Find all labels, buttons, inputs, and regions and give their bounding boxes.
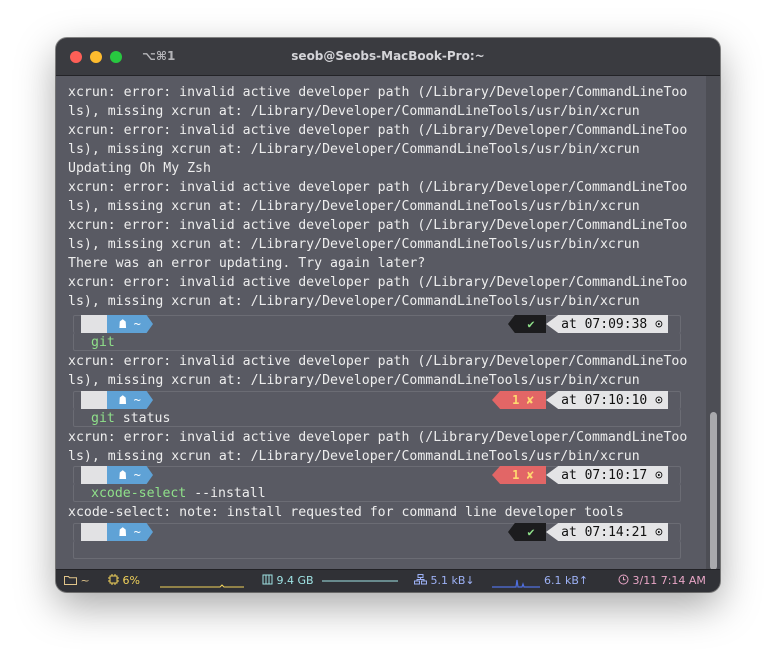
update-error-line: There was an error updating. Try again l… xyxy=(68,256,426,271)
time-label: at 07:14:21 xyxy=(561,524,648,540)
error-line: ls), missing xcrun at: /Library/Develope… xyxy=(68,142,640,157)
status-error-segment: 1 ✘ xyxy=(492,391,546,409)
time-segment: at 07:14:21 ⊙ xyxy=(546,523,668,541)
memory-label: 9.4 GB xyxy=(276,574,314,587)
time-segment: at 07:10:10 ⊙ xyxy=(546,391,668,409)
command-name: xcode-select xyxy=(91,486,187,501)
command-args: --install xyxy=(186,486,266,501)
network-up-label[interactable]: 6.1 kB↑ xyxy=(544,574,588,587)
home-dir-segment: ☗ ~ xyxy=(107,315,153,333)
status-error-segment: 1 ✘ xyxy=(492,466,546,484)
updating-line: Updating Oh My Zsh xyxy=(68,161,211,176)
scrollbar-thumb[interactable] xyxy=(710,412,717,570)
time-segment: at 07:09:38 ⊙ xyxy=(546,315,668,333)
error-line: xcrun: error: invalid active developer p… xyxy=(68,354,688,369)
memory-item[interactable]: 9.4 GB xyxy=(262,574,314,587)
status-success-segment: ✔ xyxy=(508,523,546,541)
command-line: xcode-select --install xyxy=(91,484,266,503)
error-line: xcrun: error: invalid active developer p… xyxy=(68,218,688,233)
cpu-item[interactable]: 6% xyxy=(108,574,140,587)
home-dir-segment: ☗ ~ xyxy=(107,466,153,484)
terminal-output[interactable]: xcrun: error: invalid active developer p… xyxy=(56,76,706,570)
window-title: seob@Seobs-MacBook-Pro:~ xyxy=(291,49,485,63)
datetime-item[interactable]: 3/11 7:14 AM xyxy=(618,574,706,587)
network-down-item[interactable]: 5.1 kB↓ xyxy=(414,574,475,587)
note-line: xcode-select: note: install requested fo… xyxy=(68,505,624,520)
error-line: xcrun: error: invalid active developer p… xyxy=(68,430,688,445)
clock-icon xyxy=(618,574,629,585)
time-label: at 07:10:10 xyxy=(561,392,648,408)
command-line: git status xyxy=(91,409,170,428)
directory-item[interactable]: ~ xyxy=(64,574,90,587)
apple-icon xyxy=(81,523,107,541)
clock-icon: ⊙ xyxy=(655,392,663,408)
datetime-label: 3/11 7:14 AM xyxy=(632,574,706,587)
error-line: ls), missing xcrun at: /Library/Develope… xyxy=(68,199,640,214)
memory-icon xyxy=(262,574,273,585)
command-name: git xyxy=(91,335,115,350)
error-line: xcrun: error: invalid active developer p… xyxy=(68,123,688,138)
command-args: status xyxy=(114,411,171,426)
vertical-scrollbar[interactable] xyxy=(706,76,720,570)
clock-icon: ⊙ xyxy=(655,467,663,483)
folder-icon xyxy=(64,576,77,585)
cpu-label: 6% xyxy=(122,574,140,587)
prompt-frame xyxy=(73,333,681,351)
prompt-frame xyxy=(73,541,681,559)
network-icon xyxy=(414,574,427,585)
title-bar: ⌥⌘1 seob@Seobs-MacBook-Pro:~ xyxy=(56,38,720,76)
memory-sparkline xyxy=(322,580,398,582)
cpu-icon xyxy=(108,574,119,585)
network-down-label: 5.1 kB↓ xyxy=(430,574,475,587)
directory-label: ~ xyxy=(80,574,90,587)
error-line: xcrun: error: invalid active developer p… xyxy=(68,85,688,100)
apple-icon xyxy=(81,391,107,409)
home-dir-segment: ☗ ~ xyxy=(107,523,153,541)
clock-icon: ⊙ xyxy=(655,524,663,540)
error-line: ls), missing xcrun at: /Library/Develope… xyxy=(68,237,640,252)
cpu-sparkline xyxy=(160,584,244,588)
network-sparkline xyxy=(492,579,540,588)
error-line: xcrun: error: invalid active developer p… xyxy=(68,275,688,290)
status-bar: ~ 6% 9.4 GB 5.1 kB↓ 6.1 kB↑ 3/11 7:14 AM xyxy=(56,569,720,592)
time-label: at 07:10:17 xyxy=(561,467,648,483)
error-line: ls), missing xcrun at: /Library/Develope… xyxy=(68,373,640,388)
error-line: xcrun: error: invalid active developer p… xyxy=(68,180,688,195)
clock-icon: ⊙ xyxy=(655,316,663,332)
error-line: ls), missing xcrun at: /Library/Develope… xyxy=(68,104,640,119)
time-label: at 07:09:38 xyxy=(561,316,648,332)
home-dir-segment: ☗ ~ xyxy=(107,391,153,409)
command-line: git xyxy=(91,333,115,352)
error-line: ls), missing xcrun at: /Library/Develope… xyxy=(68,449,640,464)
apple-icon xyxy=(81,315,107,333)
status-success-segment: ✔ xyxy=(508,315,546,333)
terminal-window: ⌥⌘1 seob@Seobs-MacBook-Pro:~ xcrun: erro… xyxy=(56,38,720,592)
command-name: git xyxy=(91,411,115,426)
apple-icon xyxy=(81,466,107,484)
time-segment: at 07:10:17 ⊙ xyxy=(546,466,668,484)
error-line: ls), missing xcrun at: /Library/Develope… xyxy=(68,294,640,309)
